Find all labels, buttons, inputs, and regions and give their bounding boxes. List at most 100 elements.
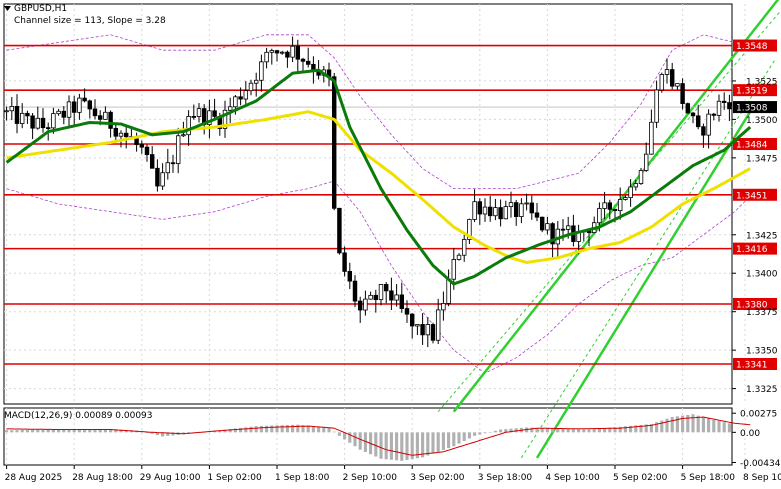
- candle-body: [118, 132, 124, 137]
- candle-body: [482, 206, 488, 215]
- macd-histogram-bar: [483, 432, 487, 434]
- macd-histogram-bar: [395, 432, 399, 461]
- candle-body: [160, 172, 165, 187]
- macd-histogram-bar: [707, 418, 711, 433]
- candle-body: [175, 135, 181, 164]
- candle-body: [435, 309, 441, 341]
- time-tick-label: 3 Sep 18:00: [478, 473, 533, 483]
- price-tick-label: 1.3350: [746, 347, 778, 357]
- macd-histogram-bar: [46, 429, 50, 433]
- macd-histogram-bar: [291, 424, 295, 433]
- candle-body: [165, 162, 171, 174]
- candle-body: [113, 127, 119, 137]
- macd-histogram-bar: [540, 428, 544, 433]
- candle-body: [446, 278, 451, 304]
- macd-histogram-bar: [275, 425, 279, 433]
- macd-histogram-bar: [727, 423, 731, 433]
- candle-body: [259, 61, 264, 81]
- candle-body: [612, 208, 618, 212]
- candle-body: [685, 103, 691, 114]
- macd-histogram-bar: [280, 425, 284, 433]
- candle-body: [716, 100, 722, 116]
- macd-histogram-bar: [5, 430, 9, 433]
- macd-histogram-bar: [384, 432, 388, 460]
- macd-histogram-bar: [379, 432, 383, 459]
- macd-histogram-bar: [473, 432, 477, 436]
- macd-tick-label: -0.00434: [740, 459, 781, 469]
- macd-histogram-bar: [493, 430, 497, 433]
- candle-body: [451, 259, 457, 280]
- candle-body: [290, 45, 295, 58]
- time-tick-label: 3 Sep 02:00: [410, 473, 465, 483]
- candle-body: [378, 284, 384, 301]
- candle-body: [92, 108, 98, 117]
- macd-histogram-bar: [499, 429, 503, 433]
- candle-body: [82, 97, 87, 102]
- price-tick-label: 1.3525: [746, 77, 778, 87]
- time-tick-label: 1 Sep 18:00: [275, 473, 330, 483]
- macd-histogram-bar: [696, 415, 700, 433]
- candle-body: [56, 110, 61, 115]
- candle-body: [191, 116, 197, 118]
- candle-body: [9, 105, 15, 112]
- macd-histogram-bar: [597, 428, 601, 433]
- candle-body: [560, 228, 566, 231]
- candle-body: [472, 201, 477, 220]
- candle-body: [243, 90, 249, 100]
- candle-body: [342, 252, 347, 272]
- macd-histogram-bar: [488, 432, 492, 433]
- candle-body: [669, 69, 675, 87]
- candle-body: [383, 284, 389, 292]
- time-tick-label: 5 Sep 18:00: [681, 473, 736, 483]
- macd-histogram-bar: [561, 428, 565, 433]
- candle-body: [103, 111, 108, 120]
- candle-body: [399, 294, 405, 309]
- candle-body: [264, 51, 269, 63]
- candle-body: [337, 207, 342, 254]
- price-tick-label: 1.3325: [746, 385, 778, 395]
- candle-body: [25, 112, 30, 117]
- candle-body: [711, 113, 717, 116]
- macd-histogram-bar: [701, 417, 705, 433]
- macd-histogram-bar: [571, 429, 575, 433]
- candle-body: [19, 112, 25, 124]
- channel-label: Channel size = 113, Slope = 3.28: [14, 16, 166, 26]
- level-label: 1.3519: [736, 87, 768, 97]
- time-tick-label: 2 Sep 10:00: [343, 473, 398, 483]
- candle-body: [77, 97, 82, 113]
- candle-body: [181, 134, 186, 137]
- candle-body: [14, 105, 20, 124]
- candle-body: [690, 112, 696, 117]
- candle-body: [238, 96, 243, 100]
- macd-histogram-bar: [660, 420, 664, 433]
- macd-histogram-bar: [259, 425, 263, 433]
- macd-histogram-bar: [670, 417, 674, 433]
- macd-histogram-bar: [332, 431, 336, 433]
- candle-body: [727, 102, 732, 110]
- candle-body: [61, 110, 67, 118]
- macd-histogram-bar: [478, 432, 482, 435]
- candle-body: [706, 113, 711, 136]
- candle-body: [40, 117, 46, 129]
- candle-body: [394, 294, 399, 301]
- macd-histogram-bar: [592, 429, 596, 433]
- candle-body: [498, 207, 503, 220]
- macd-histogram-bar: [426, 432, 430, 456]
- macd-histogram-bar: [36, 429, 40, 433]
- candle-body: [477, 201, 483, 215]
- level-label: 1.3451: [736, 191, 768, 201]
- macd-histogram-bar: [545, 428, 549, 433]
- candle-body: [300, 58, 306, 62]
- candle-body: [643, 153, 649, 171]
- candle-body: [675, 83, 680, 87]
- price-tick-label: 1.3475: [746, 154, 778, 164]
- candle-body: [295, 45, 301, 60]
- candle-body: [493, 207, 498, 217]
- current-price-label: 1.3508: [736, 104, 768, 114]
- candle-body: [441, 303, 446, 311]
- time-tick-label: 4 Sep 10:00: [545, 473, 600, 483]
- macd-histogram-bar: [712, 419, 716, 433]
- candle-body: [721, 100, 727, 103]
- candle-body: [305, 60, 311, 65]
- macd-histogram-bar: [551, 428, 555, 433]
